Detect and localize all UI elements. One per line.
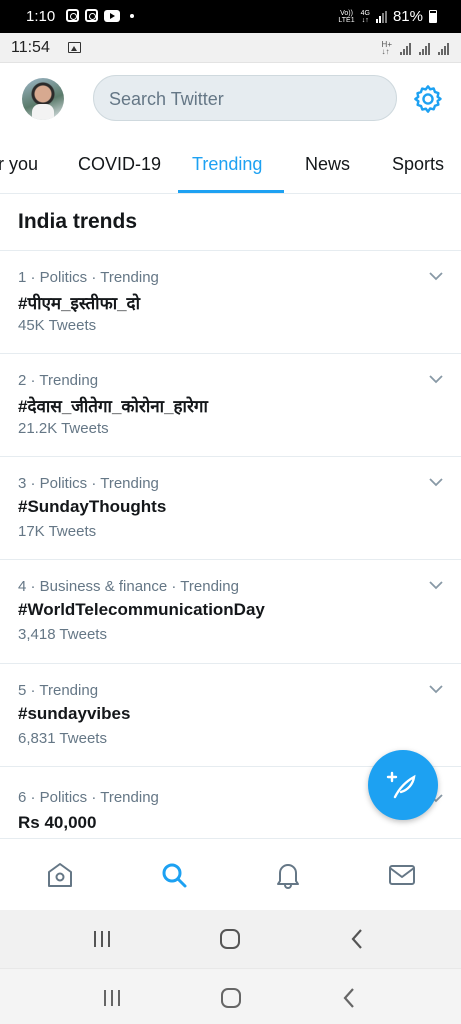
tab-news[interactable]: News	[305, 154, 350, 175]
trend-name: #देवास_जीतेगा_कोरोना_हारेगा	[18, 397, 208, 416]
network-type: H+ ↓↑	[381, 40, 392, 56]
instagram-icon	[66, 9, 79, 22]
status-right: Vo)) LTE1 4G ↓↑ 81%	[338, 8, 437, 25]
system-nav-bar	[0, 968, 461, 1024]
gear-icon[interactable]	[412, 83, 444, 115]
tab-trending[interactable]: Trending	[192, 154, 262, 175]
system-nav-bar	[0, 910, 461, 968]
trend-meta: 5 · Trending	[18, 682, 99, 699]
volte-indicator: Vo)) LTE1	[338, 9, 355, 24]
tab-for-you[interactable]: r you	[0, 154, 38, 175]
network-type: 4G ↓↑	[360, 9, 370, 24]
search-placeholder: Search Twitter	[109, 89, 224, 109]
mail-icon[interactable]	[386, 859, 418, 891]
outer-status-bar: 1:10 Vo)) LTE1 4G ↓↑ 81%	[0, 0, 461, 33]
notification-icons	[66, 9, 134, 22]
chevron-down-icon[interactable]	[428, 477, 444, 487]
battery-percent: 81%	[392, 8, 423, 25]
tab-sports[interactable]: Sports	[392, 154, 444, 175]
compose-tweet-button[interactable]	[368, 750, 438, 820]
trend-name: #sundayvibes	[18, 704, 131, 723]
trend-tweet-count: 3,418 Tweets	[18, 626, 107, 643]
signal-icon	[375, 10, 387, 23]
wifi-signal-icon	[438, 43, 449, 55]
trend-meta: 3 · Politics · Trending	[18, 475, 159, 492]
trend-name: #WorldTelecommunicationDay	[18, 600, 265, 619]
bottom-navigation	[0, 838, 461, 910]
home-circle-icon[interactable]	[219, 986, 243, 1010]
trend-tweet-count: 21.2K Tweets	[18, 420, 109, 437]
inner-status-right: H+ ↓↑	[381, 40, 449, 56]
back-icon[interactable]	[346, 927, 370, 951]
trend-tweet-count: 45K Tweets	[18, 317, 97, 334]
trend-item[interactable]: 1 · Politics · Trending #पीएम_इस्तीफा_दो…	[0, 251, 461, 354]
home-icon[interactable]	[44, 859, 76, 891]
tab-covid-19[interactable]: COVID-19	[78, 154, 161, 175]
signal-icon	[400, 43, 411, 55]
inner-status-bar: 11:54 H+ ↓↑	[0, 33, 461, 63]
recent-apps-icon[interactable]	[90, 927, 114, 951]
home-circle-icon[interactable]	[218, 927, 242, 951]
active-tab-indicator	[178, 190, 284, 193]
trend-name: #SundayThoughts	[18, 497, 167, 516]
trend-tweet-count: 6,831 Tweets	[18, 730, 107, 747]
trend-tweet-count: 17K Tweets	[18, 523, 97, 540]
trend-name: Rs 40,000	[18, 813, 97, 832]
search-input[interactable]: Search Twitter	[93, 75, 397, 121]
trend-meta: 2 · Trending	[18, 372, 99, 389]
avatar[interactable]	[22, 78, 64, 120]
chevron-down-icon[interactable]	[428, 374, 444, 384]
search-icon[interactable]	[158, 859, 190, 891]
battery-icon	[429, 10, 437, 23]
status-time: 1:10	[26, 8, 56, 25]
chevron-down-icon[interactable]	[428, 684, 444, 694]
chevron-down-icon[interactable]	[428, 580, 444, 590]
trend-meta: 4 · Business & finance · Trending	[18, 578, 239, 595]
signal-icon	[419, 43, 430, 55]
trend-item[interactable]: 3 · Politics · Trending #SundayThoughts …	[0, 457, 461, 560]
compose-tweet-icon	[386, 771, 416, 799]
trend-meta: 1 · Politics · Trending	[18, 269, 159, 286]
bell-icon[interactable]	[272, 859, 304, 891]
explore-tabs: r you COVID-19 Trending News Sports	[0, 137, 461, 194]
youtube-icon	[104, 10, 120, 22]
trend-item[interactable]: 4 · Business & finance · Trending #World…	[0, 560, 461, 664]
trend-meta: 6 · Politics · Trending	[18, 789, 159, 806]
explore-header: Search Twitter	[0, 63, 461, 137]
inner-status-time: 11:54	[11, 39, 50, 56]
trend-name: #पीएम_इस्तीफा_दो	[18, 294, 140, 313]
chevron-down-icon[interactable]	[428, 271, 444, 281]
back-icon[interactable]	[338, 986, 362, 1010]
recent-apps-icon[interactable]	[100, 986, 124, 1010]
section-title: India trends	[18, 210, 138, 233]
instagram-icon	[85, 9, 98, 22]
more-notifications-icon	[130, 14, 134, 18]
gallery-icon	[68, 42, 81, 53]
trend-item[interactable]: 2 · Trending #देवास_जीतेगा_कोरोना_हारेगा…	[0, 354, 461, 457]
